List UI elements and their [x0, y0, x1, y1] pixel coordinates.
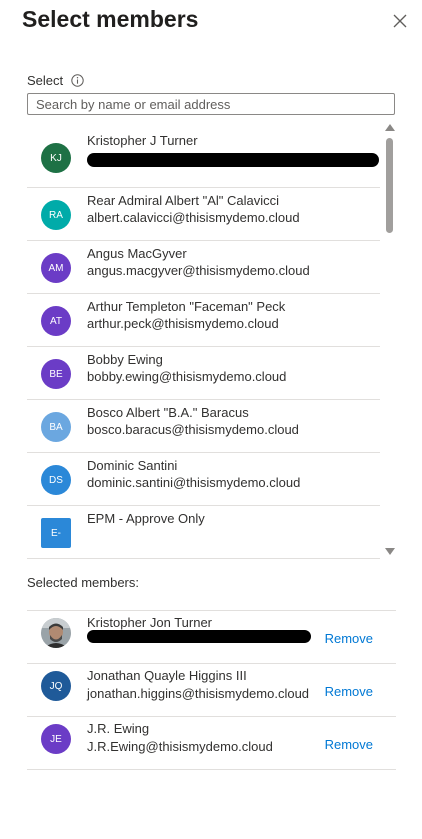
- selected-member-name: J.R. Ewing: [87, 721, 150, 736]
- member-directory-list[interactable]: KJ Kristopher J Turner RA Rear Admiral Albe…: [27, 121, 396, 559]
- panel-title: Select members: [22, 6, 199, 32]
- member-name: Rear Admiral Albert "Al" Calavicci: [87, 193, 280, 208]
- member-list-item[interactable]: AT Arthur Templeton "Faceman" Peck arthur.…: [27, 294, 380, 347]
- member-list-item[interactable]: E- EPM - Approve Only: [27, 506, 380, 559]
- avatar: BE: [41, 359, 71, 389]
- member-name: Kristopher J Turner: [87, 133, 198, 148]
- remove-link[interactable]: Remove: [325, 631, 373, 646]
- profile-photo-avatar: [41, 618, 71, 648]
- select-label-row: Select: [27, 73, 84, 88]
- close-icon[interactable]: [391, 12, 409, 30]
- selected-member-name: Kristopher Jon Turner: [87, 615, 213, 630]
- selected-member-item: JQ Jonathan Quayle Higgins III jonathan.hi…: [27, 664, 396, 717]
- member-email: bobby.ewing@thisismydemo.cloud: [87, 369, 287, 384]
- selected-members-list: Kristopher Jon Turner Remove JQ Jonathan Qu…: [27, 610, 396, 770]
- member-list-item[interactable]: RA Rear Admiral Albert "Al" Calavicci albe…: [27, 188, 380, 241]
- list-scrollbar[interactable]: [383, 121, 396, 559]
- scroll-thumb[interactable]: [386, 138, 393, 233]
- avatar: AM: [41, 253, 71, 283]
- remove-link[interactable]: Remove: [325, 684, 373, 699]
- member-list-item[interactable]: KJ Kristopher J Turner: [27, 121, 380, 188]
- search-input[interactable]: [27, 93, 395, 115]
- remove-link[interactable]: Remove: [325, 737, 373, 752]
- avatar: DS: [41, 465, 71, 495]
- avatar: JE: [41, 724, 71, 754]
- info-icon[interactable]: [71, 74, 84, 87]
- selected-member-item: JE J.R. Ewing J.R.Ewing@thisismydemo.cloud…: [27, 717, 396, 770]
- selected-members-heading: Selected members:: [27, 575, 139, 590]
- member-email: albert.calavicci@thisismydemo.cloud: [87, 210, 300, 225]
- select-members-panel: Select members Select KJ Kristopher J Tur…: [0, 0, 422, 839]
- avatar: E-: [41, 518, 71, 548]
- avatar: BA: [41, 412, 71, 442]
- scroll-up-arrow-icon[interactable]: [385, 124, 395, 131]
- select-label: Select: [27, 73, 64, 88]
- avatar: RA: [41, 200, 71, 230]
- member-email: bosco.baracus@thisismydemo.cloud: [87, 422, 299, 437]
- selected-member-item: Kristopher Jon Turner Remove: [27, 611, 396, 664]
- member-email: dominic.santini@thisismydemo.cloud: [87, 475, 301, 490]
- selected-member-email: jonathan.higgins@thisismydemo.cloud: [87, 686, 310, 701]
- avatar: KJ: [41, 143, 71, 173]
- member-name: EPM - Approve Only: [87, 511, 205, 526]
- member-name: Bobby Ewing: [87, 352, 163, 367]
- avatar: AT: [41, 306, 71, 336]
- member-email: angus.macgyver@thisismydemo.cloud: [87, 263, 310, 278]
- selected-member-email: J.R.Ewing@thisismydemo.cloud: [87, 739, 273, 754]
- member-email: arthur.peck@thisismydemo.cloud: [87, 316, 279, 331]
- member-list-item[interactable]: BA Bosco Albert "B.A." Baracus bosco.barac…: [27, 400, 380, 453]
- member-list-item[interactable]: AM Angus MacGyver angus.macgyver@thisismyd…: [27, 241, 380, 294]
- redaction-mark: [87, 153, 379, 167]
- member-name: Bosco Albert "B.A." Baracus: [87, 405, 249, 420]
- selected-member-name: Jonathan Quayle Higgins III: [87, 668, 247, 683]
- member-name: Arthur Templeton "Faceman" Peck: [87, 299, 286, 314]
- member-list-item[interactable]: DS Dominic Santini dominic.santini@thisism…: [27, 453, 380, 506]
- member-name: Angus MacGyver: [87, 246, 187, 261]
- avatar: JQ: [41, 671, 71, 701]
- member-list-item[interactable]: BE Bobby Ewing bobby.ewing@thisismydemo.cl…: [27, 347, 380, 400]
- scroll-down-arrow-icon[interactable]: [385, 548, 395, 555]
- member-name: Dominic Santini: [87, 458, 178, 473]
- redaction-mark: [87, 630, 311, 643]
